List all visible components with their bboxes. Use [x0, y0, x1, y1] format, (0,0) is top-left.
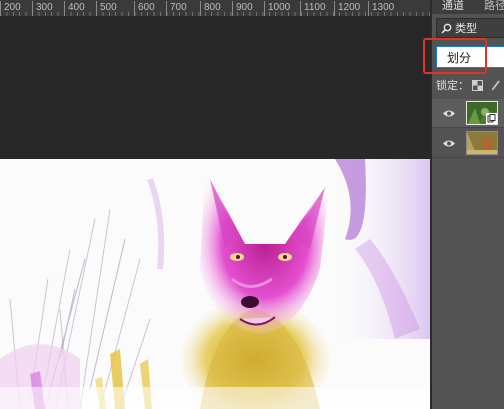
layer-thumbnail[interactable] [466, 101, 498, 125]
ruler-minor-ticks [0, 12, 430, 16]
highlight-box [423, 38, 487, 74]
lock-image-pixels-icon[interactable] [491, 79, 501, 91]
layer-row[interactable] [432, 99, 504, 128]
lock-transparent-pixels-icon[interactable] [472, 79, 483, 91]
document-workspace[interactable] [0, 18, 430, 409]
lock-row: 锁定： [436, 76, 504, 94]
eye-icon [443, 140, 455, 146]
tab-paths[interactable]: 路径 [484, 0, 504, 13]
layer-visibility-toggle[interactable] [432, 109, 466, 118]
smart-object-badge-icon [486, 113, 497, 124]
filter-kind-label: 类型 [455, 22, 477, 35]
fox-background-thumbnail-image [467, 132, 497, 154]
horizontal-ruler[interactable]: 200 300 400 500 600 700 800 900 1000 110… [0, 0, 430, 17]
document-canvas[interactable] [0, 159, 430, 409]
layer-filter-kind[interactable]: 类型 [436, 18, 504, 38]
divide-blend-fox-image [0, 159, 430, 409]
lock-label: 锁定： [436, 79, 469, 92]
eye-icon [443, 110, 455, 116]
layer-visibility-toggle[interactable] [432, 139, 466, 148]
tab-channels[interactable]: 通道 [442, 0, 464, 13]
search-icon [441, 23, 452, 34]
panel-tab-bar: 通道 路径 [432, 0, 504, 14]
layer-row[interactable] [432, 129, 504, 158]
layer-thumbnail[interactable] [466, 131, 498, 155]
